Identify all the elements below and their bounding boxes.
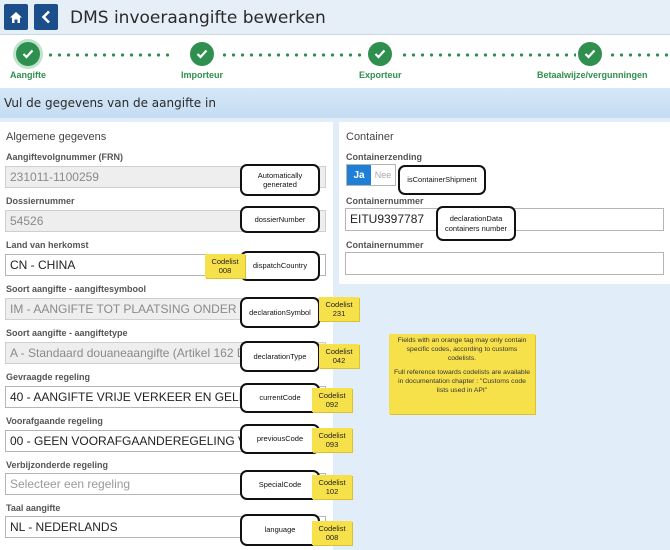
codelist-note: Codelist 008 [312,521,352,545]
codelist-note: Codelist 042 [319,344,359,368]
api-tag: isContainerShipment [398,165,486,195]
codelist-note: Codelist 102 [312,475,352,499]
container-shipment-toggle[interactable]: Ja Nee [346,164,396,186]
codelist-explanation-note: Fields with an orange tag may only conta… [389,334,535,414]
home-icon [10,11,22,23]
title-bar: DMS invoeraangifte bewerken [0,0,670,35]
check-icon [374,49,386,59]
api-tag: SpecialCode [240,470,320,500]
toggle-yes[interactable]: Ja [347,165,371,185]
api-tag: Automatically generated [240,164,320,196]
field-label: Containernummer [346,196,424,206]
note-text: Full reference towards codelists are ava… [393,369,530,395]
panel-title: Algemene gegevens [6,131,107,143]
container-number-input-2[interactable] [345,252,664,275]
section-title: Vul de gegevens van de aangifte in [4,96,216,110]
api-tag: declarationType [240,341,320,372]
panel-title: Container [346,131,394,143]
back-button[interactable] [34,4,58,30]
step-betaalwijze[interactable] [578,42,602,66]
step-label: Exporteur [359,70,402,80]
progress-stepper: Aangifte Importeur Exporteur Betaalwijze… [0,36,670,88]
api-tag: declarationSymbol [240,297,320,328]
field-label: Voorafgaande regeling [6,416,103,426]
toggle-no[interactable]: Nee [371,165,395,185]
codelist-note: Codelist 008 [205,254,245,278]
field-label: Verbijzonderde regeling [6,460,109,470]
step-aangifte[interactable] [16,42,40,66]
section-header: Vul de gegevens van de aangifte in [0,88,670,118]
page-title: DMS invoeraangifte bewerken [70,8,326,28]
api-tag: dossierNumber [240,206,320,233]
step-connector [46,53,172,57]
codelist-note: Codelist 092 [312,388,352,412]
codelist-note: Codelist 231 [319,297,359,321]
home-button[interactable] [4,4,28,30]
check-icon [584,49,596,59]
field-label: Soort aangifte - aangiftesymbool [6,284,147,294]
api-tag: declarationData containers number [436,206,516,241]
api-tag: previousCode [240,424,320,454]
step-exporteur[interactable] [368,42,392,66]
api-tag: currentCode [240,383,320,413]
field-label: Land van herkomst [6,240,89,250]
field-label: Soort aangifte - aangiftetype [6,328,128,338]
step-label: Importeur [181,70,224,80]
step-label: Aangifte [10,70,46,80]
check-icon [196,49,208,59]
step-connector [220,53,365,57]
field-label: Containerzending [346,152,422,162]
note-text: Fields with an orange tag may only conta… [397,337,527,362]
step-connector [400,53,576,57]
field-label: Containernummer [346,240,424,250]
step-importeur[interactable] [190,42,214,66]
api-tag: language [240,514,320,546]
api-tag: dispatchCountry [240,251,320,281]
field-label: Dossiernummer [6,196,75,206]
field-label: Aangiftevolgnummer (FRN) [6,152,123,162]
check-icon [22,49,34,59]
step-connector [608,53,668,57]
field-label: Taal aangifte [6,503,61,513]
chevron-left-icon [41,10,50,24]
field-label: Gevraagde regeling [6,372,91,382]
codelist-note: Codelist 093 [312,428,352,452]
step-label: Betaalwijze/vergunningen [537,70,648,80]
